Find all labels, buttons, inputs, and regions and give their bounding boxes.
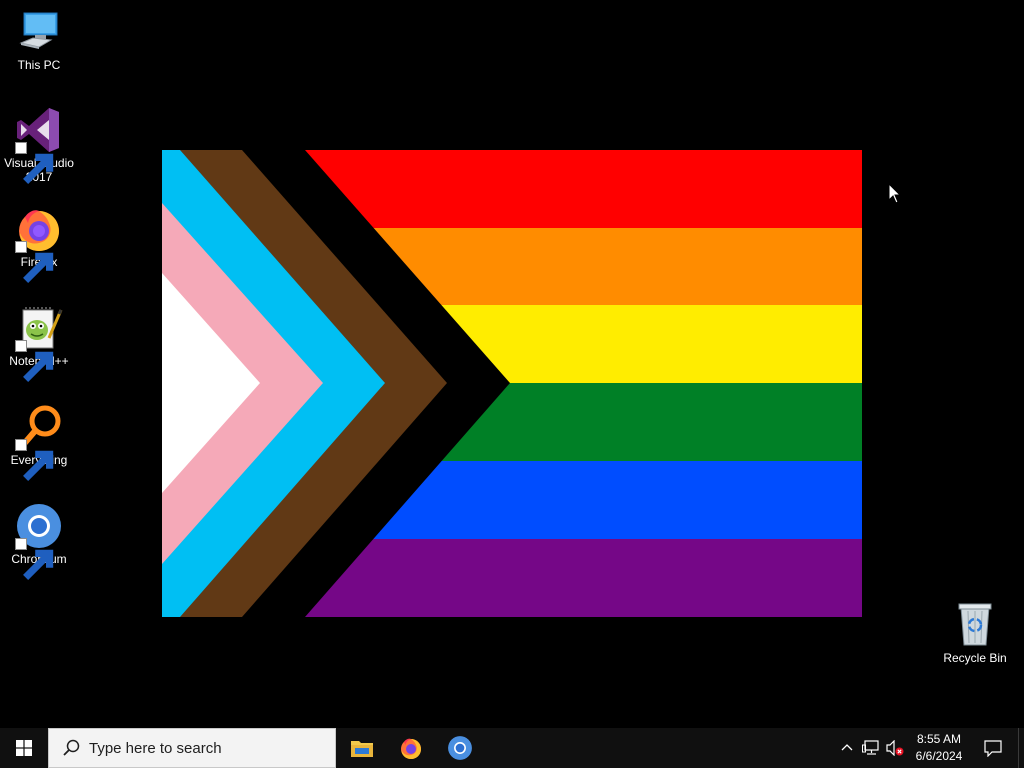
desktop-icon-label: Recycle Bin — [943, 651, 1007, 665]
mouse-cursor-icon — [888, 182, 902, 205]
firefox-icon — [15, 205, 63, 283]
network-icon — [862, 740, 879, 755]
desktop-icon-recycle-bin[interactable]: Recycle Bin — [935, 601, 1015, 665]
desktop: This PC Visual Studio 2017 Firefox Notep… — [0, 0, 1024, 728]
clock-time: 8:55 AM — [916, 732, 962, 746]
notepad-plus-plus-icon — [15, 304, 63, 382]
everything-search-icon — [15, 403, 63, 481]
search-placeholder: Type here to search — [89, 739, 222, 757]
chromium-icon — [448, 736, 472, 760]
shortcut-arrow-icon — [15, 340, 54, 382]
desktop-icon-notepad-plus-plus[interactable]: Notepad++ — [0, 304, 79, 382]
shortcut-arrow-icon — [15, 538, 54, 580]
volume-muted-icon — [886, 740, 904, 756]
desktop-icon-label: This PC — [17, 58, 61, 72]
chromium-icon — [15, 502, 63, 580]
taskbar-clock[interactable]: 8:55 AM 6/6/2024 — [906, 728, 972, 768]
shortcut-arrow-icon — [15, 439, 54, 481]
show-desktop-button[interactable] — [1018, 728, 1024, 768]
firefox-icon — [401, 738, 421, 759]
taskbar-search-box[interactable]: Type here to search — [48, 728, 336, 768]
action-center-button[interactable] — [978, 728, 1008, 768]
recycle-bin-icon — [951, 601, 999, 649]
notification-icon — [984, 740, 1002, 757]
wallpaper-flag-image — [162, 150, 862, 617]
visual-studio-icon — [15, 106, 63, 184]
desktop-icon-everything[interactable]: Everything — [0, 403, 79, 481]
chevron-up-icon — [841, 744, 853, 751]
this-pc-icon — [15, 8, 63, 56]
start-button[interactable] — [0, 728, 48, 768]
tray-overflow-button[interactable] — [836, 728, 858, 768]
tray-network-button[interactable] — [860, 728, 882, 768]
desktop-icon-firefox[interactable]: Firefox — [0, 205, 79, 283]
taskbar-firefox[interactable] — [387, 728, 435, 768]
clock-date: 6/6/2024 — [915, 749, 963, 763]
search-icon — [63, 739, 80, 756]
taskbar: Type here to search 8:55 AM 6/6/2024 — [0, 728, 1024, 768]
desktop-icon-visual-studio[interactable]: Visual Studio 2017 — [0, 106, 79, 184]
tray-volume-button[interactable] — [884, 728, 906, 768]
file-explorer-icon — [351, 741, 373, 757]
shortcut-arrow-icon — [15, 142, 54, 184]
desktop-icon-this-pc[interactable]: This PC — [0, 8, 79, 72]
desktop-icon-chromium[interactable]: Chromium — [0, 502, 79, 580]
taskbar-chromium[interactable] — [436, 728, 484, 768]
shortcut-arrow-icon — [15, 241, 54, 283]
windows-logo-icon — [16, 740, 32, 756]
taskbar-file-explorer[interactable] — [338, 728, 386, 768]
